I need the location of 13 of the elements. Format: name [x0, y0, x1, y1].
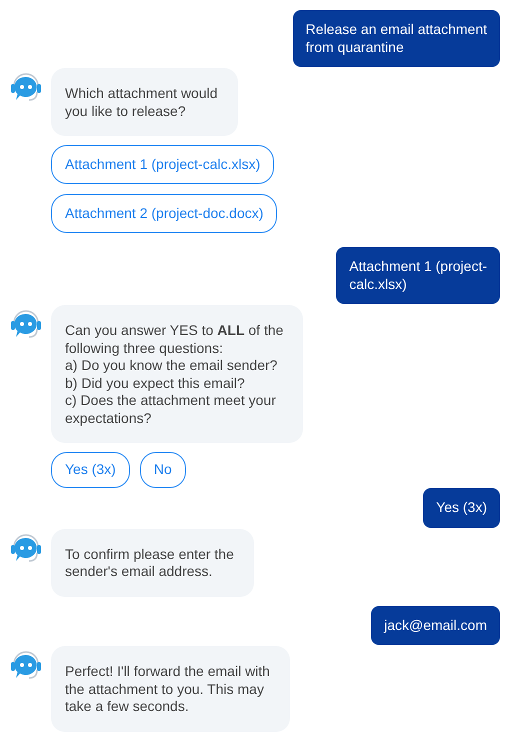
chatbot-icon — [9, 532, 43, 564]
reply-option-button[interactable]: Attachment 1 (project-calc.xlsx) — [51, 145, 274, 184]
bot-message: To confirm please enter the sender's email address. — [51, 528, 254, 596]
reply-option-button[interactable]: Attachment 2 (project-doc.docx) — [51, 194, 278, 233]
bot-message: Which attachment would you like to release? — [51, 68, 238, 136]
user-message: jack@email.com — [371, 606, 500, 645]
reply-option-button[interactable]: No — [140, 452, 186, 488]
user-message: Attachment 1 (project- calc.xlsx) — [336, 247, 500, 304]
bot-message: Can you answer YES to ALL of the following three questions: a) Do you know the email sender? b) Did you expect this email? c) Does the attachment meet your expectations? — [51, 305, 304, 443]
bot-message: Perfect! I'll forward the email with the attachment to you. This may take a few seconds. — [51, 646, 290, 732]
user-message: Yes (3x) — [423, 488, 500, 528]
reply-option-button[interactable]: Yes (3x) — [51, 452, 130, 488]
user-message: Release an email attachment from quarantine — [292, 10, 500, 67]
